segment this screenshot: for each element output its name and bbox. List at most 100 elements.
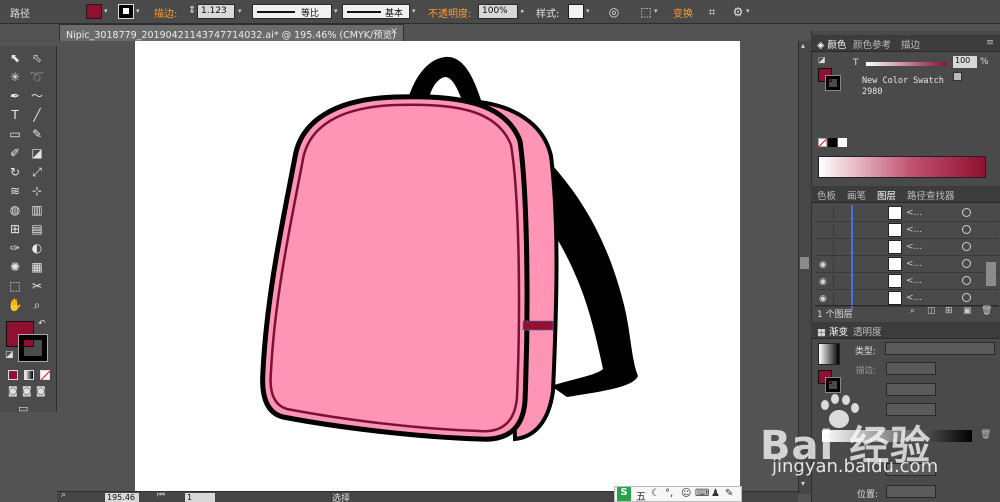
layer-row[interactable]: <... — [815, 239, 999, 258]
layer-name[interactable]: <... — [906, 293, 922, 303]
recolor-artwork-icon[interactable]: ◎ — [606, 4, 622, 20]
stroke-label[interactable]: 描边: — [154, 5, 177, 20]
symbol-sprayer-tool-icon[interactable]: ✺ — [6, 259, 24, 276]
default-colors-icon[interactable]: ◪ — [5, 350, 14, 360]
hand-tool-icon[interactable]: ✋ — [6, 297, 24, 314]
delete-stop-icon[interactable]: 🗑 — [980, 430, 991, 440]
layer-row[interactable]: ◉ <... — [815, 273, 999, 292]
screen-mode-icon[interactable]: ▭ — [18, 402, 28, 415]
eraser-tool-icon[interactable]: ◪ — [28, 145, 46, 162]
target-circle-icon[interactable] — [962, 225, 971, 234]
tab-swatches[interactable]: 色板 — [817, 188, 836, 202]
target-circle-icon[interactable] — [962, 293, 971, 302]
tint-slider[interactable] — [866, 62, 946, 66]
gradient-tool-icon[interactable]: ▤ — [28, 221, 46, 238]
lock-toggle[interactable] — [833, 224, 845, 237]
blend-tool-icon[interactable]: ◐ — [28, 240, 46, 257]
transform-link[interactable]: 变换 — [673, 5, 693, 20]
tab-layers[interactable]: 图层 — [877, 188, 896, 202]
gradient-preview[interactable] — [818, 343, 840, 365]
profile-dropdown-icon[interactable]: ▾ — [334, 7, 342, 15]
layer-name[interactable]: <... — [906, 276, 922, 286]
draw-inside-icon[interactable]: ◙ — [36, 386, 46, 397]
tab-transparency[interactable]: 透明度 — [853, 324, 882, 338]
paintbrush-tool-icon[interactable]: ✎ — [28, 126, 46, 143]
target-circle-icon[interactable] — [962, 276, 971, 285]
layer-name[interactable]: <... — [906, 259, 922, 269]
tint-field[interactable]: 100 — [953, 56, 977, 68]
delete-layer-icon[interactable]: 🗑 — [981, 306, 992, 316]
draw-normal-icon[interactable]: ◙ — [8, 386, 18, 397]
draw-behind-icon[interactable]: ◙ — [22, 386, 32, 397]
target-circle-icon[interactable] — [962, 242, 971, 251]
chart-tool-icon[interactable]: ▥ — [28, 202, 46, 219]
sogou-logo-icon[interactable]: S — [617, 487, 631, 501]
fill-swatch[interactable] — [86, 4, 102, 19]
locate-object-icon[interactable]: ⌕ — [910, 306, 915, 316]
tab-brushes[interactable]: 画笔 — [847, 188, 866, 202]
stroke-color-box[interactable] — [18, 334, 48, 362]
lock-toggle[interactable] — [833, 275, 845, 288]
zoom-tool-icon[interactable]: ⌕ — [28, 297, 46, 314]
artboard[interactable] — [135, 41, 740, 494]
line-tool-icon[interactable]: ╱ — [28, 107, 46, 124]
align-icon[interactable]: ⬚ — [638, 4, 654, 20]
color-mode-icon[interactable] — [8, 370, 18, 380]
free-transform-tool-icon[interactable]: ⊹ — [28, 183, 46, 200]
page-field[interactable]: 1 — [185, 493, 215, 502]
pencil-tool-icon[interactable]: ✐ — [6, 145, 24, 162]
slice-tool-icon[interactable]: ✂ — [28, 278, 46, 295]
visibility-eye-icon[interactable] — [819, 227, 829, 235]
brush-dropdown-icon[interactable]: ▾ — [412, 7, 420, 15]
layer-name[interactable]: <... — [906, 225, 922, 235]
stroke-stepper-icon[interactable]: ⇕ — [188, 5, 196, 16]
halfwidth-icon[interactable]: ☾ — [651, 488, 660, 499]
vertical-scroll-thumb[interactable] — [800, 257, 809, 269]
layers-scroll-thumb[interactable] — [986, 262, 996, 286]
buckle[interactable] — [522, 320, 554, 331]
visibility-eye-icon[interactable]: ◉ — [819, 261, 829, 270]
ime-mode[interactable]: 五 — [636, 488, 646, 502]
status-mode[interactable]: 选择 — [332, 491, 350, 502]
lock-toggle[interactable] — [833, 292, 845, 305]
opacity-field[interactable]: 100% — [478, 4, 518, 19]
visibility-eye-icon[interactable]: ◉ — [819, 278, 829, 287]
lock-toggle[interactable] — [833, 207, 845, 220]
color-spectrum[interactable] — [818, 156, 986, 178]
document-tab[interactable]: Nipic_3018779_20190421143747714032.ai* @… — [59, 24, 404, 41]
rotate-tool-icon[interactable]: ↻ — [6, 164, 24, 181]
white-swatch[interactable] — [838, 138, 847, 147]
target-circle-icon[interactable] — [962, 208, 971, 217]
shape-builder-tool-icon[interactable]: ◍ — [6, 202, 24, 219]
new-sublayer-icon[interactable]: ⊞ — [945, 306, 953, 316]
graph-tool-icon[interactable]: ▦ — [28, 259, 46, 276]
visibility-eye-icon[interactable] — [819, 210, 829, 218]
curvature-tool-icon[interactable]: 〜 — [28, 88, 46, 105]
tab-gradient[interactable]: ▦ 渐变 — [817, 324, 848, 338]
eyedropper-tool-icon[interactable]: ✑ — [6, 240, 24, 257]
artboard-tool-icon[interactable]: ⬚ — [6, 278, 24, 295]
tab-stroke[interactable]: 描边 — [901, 37, 920, 51]
lock-toggle[interactable] — [833, 258, 845, 271]
first-page-icon[interactable]: ⏮ — [157, 490, 165, 500]
scale-tool-icon[interactable]: ⤢ — [28, 164, 46, 181]
layer-name[interactable]: <... — [906, 242, 922, 252]
direct-selection-tool-icon[interactable]: ⬁ — [28, 50, 46, 67]
lock-toggle[interactable] — [833, 241, 845, 254]
graphic-style-swatch[interactable] — [568, 4, 584, 19]
add-swatch-icon[interactable] — [953, 72, 962, 81]
tab-color-guide[interactable]: 颜色参考 — [853, 37, 891, 51]
stroke-swatch[interactable] — [118, 4, 134, 19]
fill-dropdown-icon[interactable]: ▾ — [104, 7, 112, 15]
stroke-weight-dropdown-icon[interactable]: ▾ — [238, 7, 246, 15]
new-layer-icon[interactable]: ▣ — [963, 306, 972, 316]
mini-swatch-icon[interactable]: ◪ — [818, 55, 826, 64]
selection-tool-icon[interactable]: ⬉ — [6, 50, 24, 67]
color-panel-stroke[interactable] — [825, 75, 841, 91]
scroll-up-icon[interactable]: ▴ — [801, 41, 805, 50]
panel-menu-icon[interactable]: ≡ — [986, 37, 994, 48]
opacity-label[interactable]: 不透明度: — [428, 5, 471, 20]
tab-pathfinder[interactable]: 路径查找器 — [907, 188, 955, 202]
tab-color[interactable]: ◈ 颜色 — [817, 37, 846, 51]
type-tool-icon[interactable]: T — [6, 107, 24, 124]
